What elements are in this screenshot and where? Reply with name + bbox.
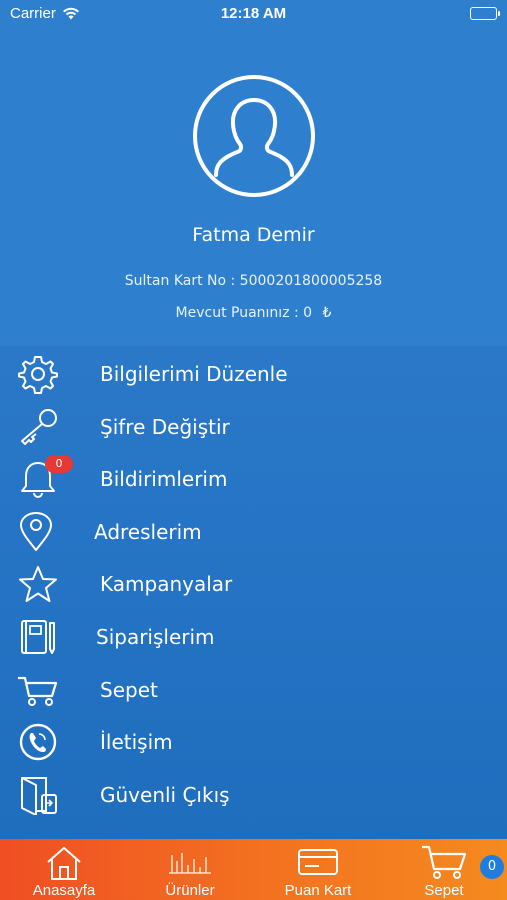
menu-label-campaigns: Kampanyalar [100, 572, 233, 596]
tab-label-cart: Sepet [424, 882, 464, 899]
logout-door-icon [21, 777, 57, 815]
avatar-icon[interactable] [192, 74, 316, 198]
status-time: 12:18 AM [220, 5, 287, 22]
tab-bar: Anasayfa Ürünler Puan Kart Sepet 0 [0, 839, 507, 900]
tab-home[interactable]: Anasayfa [14, 839, 114, 900]
products-icon [169, 853, 211, 874]
menu-label-cart: Sepet [100, 678, 158, 702]
status-bar: Carrier 12:18 AM [0, 0, 507, 28]
location-pin-icon [20, 512, 52, 551]
tab-cart[interactable]: Sepet [394, 839, 494, 900]
tab-label-home: Anasayfa [32, 882, 96, 899]
menu-label-addresses: Adreslerim [94, 520, 202, 544]
menu-item-edit-info[interactable]: Bilgilerimi Düzenle [0, 348, 507, 400]
battery-icon [470, 7, 500, 20]
menu-item-campaigns[interactable]: Kampanyalar [0, 558, 507, 610]
phone-icon [19, 723, 57, 761]
profile-name: Fatma Demir [192, 224, 315, 246]
gear-icon [18, 356, 58, 394]
tab-label-products: Ürünler [165, 882, 215, 899]
menu-label-logout: Güvenli Çıkış [100, 783, 230, 807]
profile-header: Fatma Demir Sultan Kart No : 50002018000… [0, 28, 507, 346]
menu-label-edit-info: Bilgilerimi Düzenle [100, 362, 288, 386]
menu-item-orders[interactable]: Siparişlerim [0, 611, 507, 663]
menu-item-logout[interactable]: Güvenli Çıkış [0, 769, 507, 821]
tab-points-card[interactable]: Puan Kart [266, 839, 370, 900]
points-label: Mevcut Puanınız : 0 [175, 305, 313, 321]
cart-icon [422, 845, 467, 879]
menu-item-contact[interactable]: İletişim [0, 716, 507, 768]
menu-label-change-password: Şifre Değiştir [100, 415, 230, 439]
home-icon [47, 846, 81, 880]
menu-item-cart[interactable]: Sepet [0, 664, 507, 716]
card-icon [298, 849, 338, 875]
star-icon [19, 566, 57, 602]
menu-item-addresses[interactable]: Adreslerim [0, 506, 507, 558]
cart-count-badge: 0 [480, 855, 504, 879]
notifications-badge: 0 [45, 455, 73, 473]
currency-symbol: ₺ [322, 305, 332, 321]
menu-label-orders: Siparişlerim [96, 625, 215, 649]
menu-label-contact: İletişim [100, 730, 173, 754]
key-icon [21, 409, 57, 445]
points-balance: Mevcut Puanınız : 0 ₺ [0, 305, 507, 321]
card-number: Sultan Kart No : 5000201800005258 [124, 273, 383, 289]
menu-item-change-password[interactable]: Şifre Değiştir [0, 401, 507, 453]
cart-icon [18, 676, 58, 706]
profile-menu: Bilgilerimi Düzenle Şifre Değiştir 0 Bil… [0, 346, 507, 839]
menu-label-notifications: Bildirimlerim [100, 467, 228, 491]
tab-products[interactable]: Ürünler [140, 839, 240, 900]
tab-label-points-card: Puan Kart [284, 882, 352, 899]
notebook-icon [21, 620, 55, 654]
menu-item-notifications[interactable]: 0 Bildirimlerim [0, 453, 507, 505]
